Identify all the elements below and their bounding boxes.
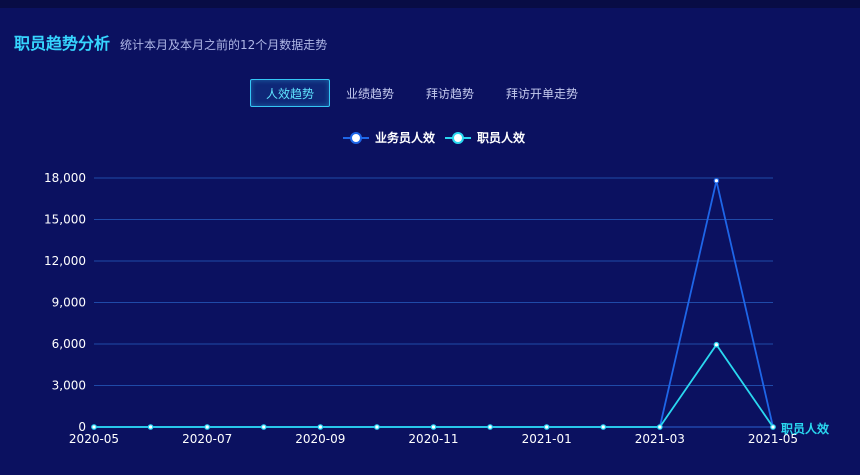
data-point bbox=[147, 424, 154, 430]
data-point bbox=[657, 424, 663, 430]
x-tick-label: 2020-07 bbox=[182, 432, 232, 446]
data-point bbox=[713, 341, 720, 348]
series-line-1 bbox=[94, 180, 774, 428]
data-point bbox=[430, 424, 437, 430]
y-tick-label: 9,000 bbox=[52, 296, 86, 310]
y-tick-label: 3,000 bbox=[52, 379, 86, 393]
x-tick-label: 2020-09 bbox=[295, 432, 345, 446]
data-point bbox=[204, 424, 210, 430]
y-tick-label: 15,000 bbox=[44, 213, 86, 227]
data-point bbox=[713, 177, 720, 184]
data-point bbox=[487, 424, 493, 430]
data-point bbox=[260, 424, 267, 430]
data-point bbox=[543, 424, 550, 430]
data-point bbox=[91, 424, 97, 430]
x-tick-label: 2021-03 bbox=[635, 432, 685, 446]
y-tick-label: 18,000 bbox=[44, 171, 86, 185]
x-tick-label: 2021-01 bbox=[522, 432, 572, 446]
data-point bbox=[317, 424, 324, 430]
series-end-label: 职员人效 bbox=[781, 421, 830, 436]
x-tick-label: 2020-11 bbox=[408, 432, 458, 446]
data-point bbox=[374, 424, 380, 430]
y-tick-label: 12,000 bbox=[44, 254, 86, 268]
data-point bbox=[600, 424, 607, 430]
line-chart: 03,0006,0009,00012,00015,00018,0002020-0… bbox=[44, 171, 830, 446]
data-point bbox=[770, 424, 776, 430]
y-tick-label: 6,000 bbox=[52, 337, 86, 351]
x-tick-label: 2020-05 bbox=[69, 432, 119, 446]
